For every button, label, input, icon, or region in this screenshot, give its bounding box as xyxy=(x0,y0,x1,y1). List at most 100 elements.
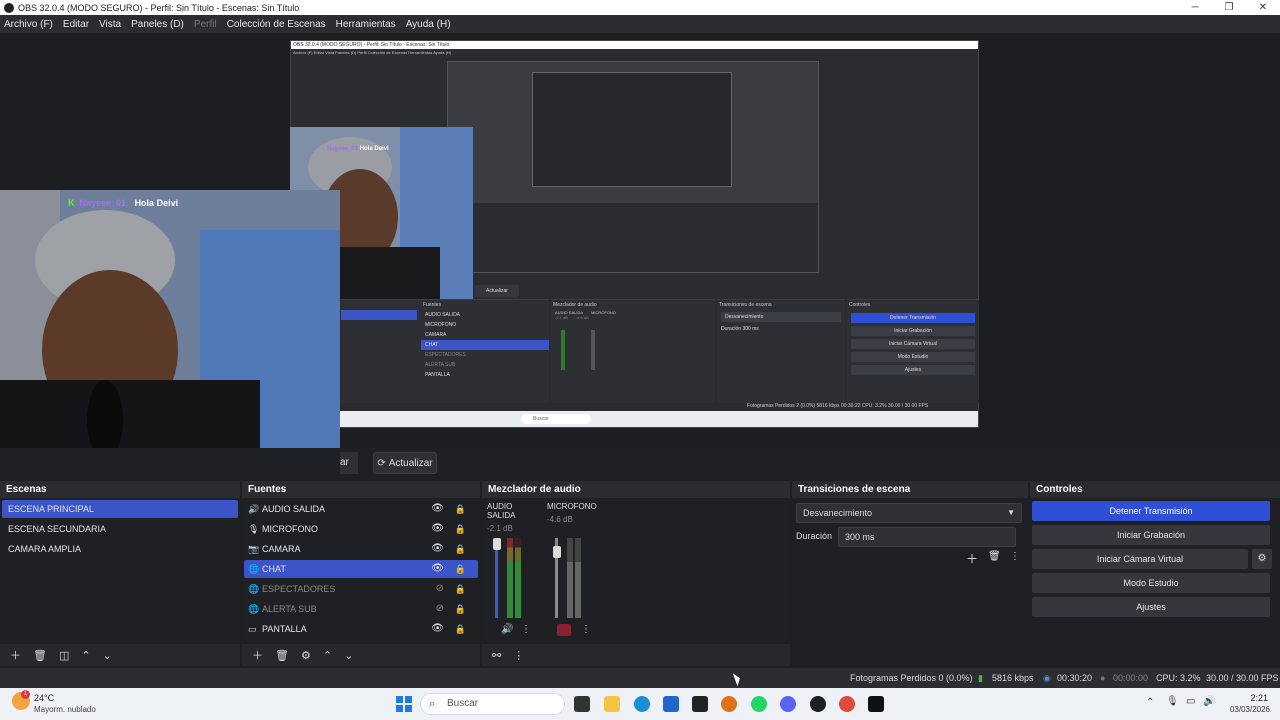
start-virtual-camera-button[interactable]: Iniciar Cámara Virtual xyxy=(1032,549,1248,569)
whatsapp-icon[interactable] xyxy=(751,696,767,712)
settings-button[interactable]: Ajustes xyxy=(1032,597,1270,617)
muted-speaker-icon[interactable] xyxy=(557,624,571,636)
minimize-button[interactable]: ─ xyxy=(1178,0,1212,15)
lock-icon[interactable]: 🔒 xyxy=(455,540,466,558)
kebab-menu-icon[interactable]: ⋮ xyxy=(581,624,591,635)
gear-icon[interactable]: ⚙ xyxy=(301,649,311,662)
volume-icon[interactable]: 🔊 xyxy=(1203,696,1215,707)
epic-games-icon[interactable] xyxy=(868,696,884,712)
menu-file[interactable]: Archivo (F) xyxy=(4,19,53,30)
source-item[interactable]: ▭ PANTALLA 👁 🔒 xyxy=(244,620,478,638)
source-item[interactable]: 📷 CAMARA 👁 🔒 xyxy=(244,540,478,558)
clock-time[interactable]: 2:21 xyxy=(1224,693,1268,703)
menu-tools[interactable]: Herramientas xyxy=(336,19,396,30)
stream-icon: ◉ xyxy=(1043,673,1051,683)
weather-desc[interactable]: Mayorm. nublado xyxy=(34,705,96,714)
chat-line: K Nayeee_01 Hola Deivi xyxy=(68,198,178,208)
visibility-icon[interactable]: 👁 xyxy=(431,560,444,578)
transition-select[interactable]: Desvanecimiento ▼ xyxy=(796,503,1022,523)
kebab-menu-icon[interactable]: ⋮ xyxy=(521,624,531,635)
remove-scene-icon[interactable]: 🗑 xyxy=(33,649,47,662)
source-item[interactable]: 🌐 ALERTA SUB ⊘ 🔒 xyxy=(244,600,478,618)
chevron-up-icon[interactable]: ⌃ xyxy=(1146,697,1154,708)
webcam-main-image xyxy=(0,190,340,448)
lock-icon[interactable]: 🔒 xyxy=(455,600,466,618)
visibility-icon[interactable]: 👁 xyxy=(431,620,444,638)
source-item[interactable]: 🌐 ESPECTADORES ⊘ 🔒 xyxy=(244,580,478,598)
visibility-icon[interactable]: 👁 xyxy=(431,540,444,558)
volume-slider[interactable] xyxy=(495,538,498,618)
add-source-icon[interactable]: ＋ xyxy=(252,647,263,663)
audio-mixer-dock: Mezclador de audio AUDIO SALIDA -2.1 dB … xyxy=(482,481,790,666)
menu-profile[interactable]: Perfil xyxy=(194,19,217,30)
scene-item[interactable]: ESCENA SECUNDARIA xyxy=(2,520,238,538)
scene-item[interactable]: ESCENA PRINCIPAL xyxy=(2,500,238,518)
stop-streaming-button[interactable]: Detener Transmisión xyxy=(1032,501,1270,521)
move-up-icon[interactable]: ⌃ xyxy=(323,649,332,662)
nested-mixer-channel: MICROFONO xyxy=(591,310,616,315)
file-explorer-icon[interactable] xyxy=(604,696,620,712)
task-view-icon[interactable] xyxy=(574,696,590,712)
hidden-icon[interactable]: ⊘ xyxy=(436,580,444,598)
lock-icon[interactable]: 🔒 xyxy=(455,580,466,598)
gear-icon[interactable]: ⚙ xyxy=(1252,549,1272,569)
visibility-icon[interactable]: 👁 xyxy=(431,500,444,518)
remove-transition-icon[interactable]: 🗑 xyxy=(988,551,1001,562)
lock-icon[interactable]: 🔒 xyxy=(455,500,466,518)
duration-label: Duración xyxy=(796,531,833,541)
network-icon[interactable]: ▭ xyxy=(1186,696,1195,707)
lock-icon[interactable]: 🔒 xyxy=(455,620,466,638)
lock-icon[interactable]: 🔒 xyxy=(455,520,466,538)
volume-slider-knob[interactable] xyxy=(493,538,501,550)
chrome-icon[interactable] xyxy=(839,696,855,712)
add-transition-icon[interactable]: ＋ xyxy=(966,550,978,567)
discord-icon[interactable] xyxy=(780,696,796,712)
start-recording-button[interactable]: Iniciar Grabación xyxy=(1032,525,1270,545)
add-scene-icon[interactable]: ＋ xyxy=(10,647,21,663)
edge-icon[interactable] xyxy=(634,696,650,712)
hidden-icon[interactable]: ⊘ xyxy=(436,600,444,618)
kebab-menu-icon[interactable]: ⋮ xyxy=(1010,551,1020,562)
nested-sources-dock: Fuentes AUDIO SALIDA MICROFONO CAMARA CH… xyxy=(421,299,549,403)
kick-badge-icon: K xyxy=(68,198,75,208)
move-down-icon[interactable]: ⌄ xyxy=(103,649,112,662)
maximize-button[interactable]: ❐ xyxy=(1212,0,1246,15)
menu-scene-collection[interactable]: Colección de Escenas xyxy=(227,19,326,30)
source-item[interactable]: 🌐 CHAT 👁 🔒 xyxy=(244,560,478,578)
mixer-channel: MICROFONO -4.6 dB ⋮ xyxy=(547,498,602,636)
lock-icon[interactable]: 🔒 xyxy=(455,560,466,578)
source-item[interactable]: 🎙 MICROFONO 👁 🔒 xyxy=(244,520,478,538)
microphone-icon[interactable]: 🎙 xyxy=(1166,696,1179,707)
volume-slider-knob[interactable] xyxy=(553,546,561,558)
capcut-icon[interactable] xyxy=(692,696,708,712)
remove-source-icon[interactable]: 🗑 xyxy=(275,649,289,662)
menu-view[interactable]: Vista xyxy=(99,19,121,30)
speaker-icon[interactable]: 🔊 xyxy=(501,624,513,635)
visibility-icon[interactable]: 👁 xyxy=(431,520,444,538)
kebab-menu-icon[interactable]: ⋮ xyxy=(513,649,524,662)
start-icon[interactable] xyxy=(396,696,412,712)
clock-date[interactable]: 03/03/2026 xyxy=(1222,705,1270,714)
move-up-icon[interactable]: ⌃ xyxy=(81,649,90,662)
weather-temp[interactable]: 24°C xyxy=(34,693,54,703)
store-icon[interactable] xyxy=(663,696,679,712)
close-button[interactable]: ✕ xyxy=(1246,0,1280,15)
studio-mode-button[interactable]: Modo Estudio xyxy=(1032,573,1270,593)
scene-item[interactable]: CAMARA AMPLIA xyxy=(2,540,238,558)
menu-help[interactable]: Ayuda (H) xyxy=(406,19,451,30)
firefox-icon[interactable] xyxy=(721,696,737,712)
webcam-main xyxy=(0,190,340,448)
obs-icon[interactable] xyxy=(810,696,826,712)
link-icon[interactable]: ⚯ xyxy=(492,649,501,662)
filter-icon[interactable]: ◫ xyxy=(59,649,69,662)
source-item[interactable]: 🔊 AUDIO SALIDA 👁 🔒 xyxy=(244,500,478,518)
menu-docks[interactable]: Paneles (D) xyxy=(131,19,184,30)
source-label: CAMARA xyxy=(262,544,301,554)
move-down-icon[interactable]: ⌄ xyxy=(344,649,353,662)
transitions-title: Transiciones de escena xyxy=(792,481,1028,498)
menu-edit[interactable]: Editar xyxy=(63,19,89,30)
refresh-button[interactable]: ⟳ Actualizar xyxy=(373,452,437,474)
partial-button[interactable]: ar xyxy=(340,452,358,474)
duration-field[interactable]: 300 ms xyxy=(838,527,1016,547)
taskbar-search[interactable]: ⌕ Buscar xyxy=(420,693,565,715)
